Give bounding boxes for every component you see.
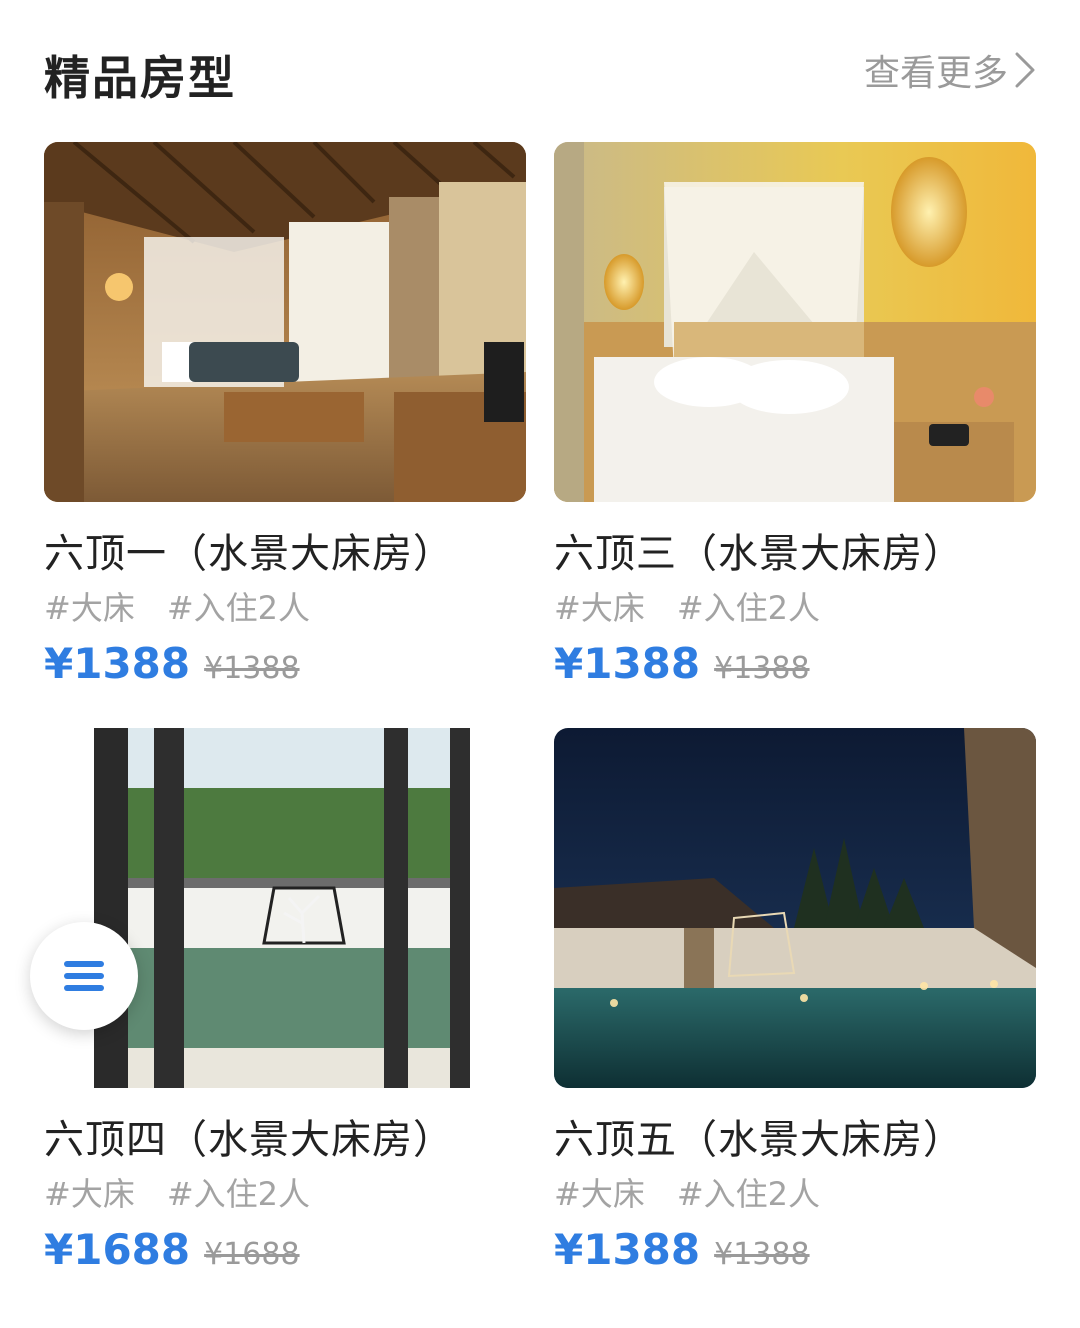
tag-guests: #入住2人 [166, 589, 311, 627]
price-row: ¥1388 ¥1388 [44, 640, 526, 697]
tag-bed: #大床 [554, 1175, 645, 1213]
tag-guests: #入住2人 [166, 1175, 311, 1213]
room-card[interactable]: 六顶五（水景大床房） #大床 #入住2人 ¥1388 ¥1388 [554, 728, 1036, 1283]
price: ¥1688 [44, 1225, 191, 1274]
room-tags: #大床 #入住2人 [44, 1176, 526, 1212]
room-card[interactable]: 六顶三（水景大床房） #大床 #入住2人 ¥1388 ¥1388 [554, 142, 1036, 697]
tag-bed: #大床 [44, 589, 135, 627]
tag-bed: #大床 [554, 589, 645, 627]
room-name: 六顶三（水景大床房） [554, 531, 964, 577]
room-photo[interactable] [44, 142, 526, 502]
page-title: 精品房型 [44, 51, 236, 105]
room-name: 六顶四（水景大床房） [44, 1117, 454, 1163]
price-row: ¥1688 ¥1688 [44, 1226, 526, 1283]
menu-icon [64, 955, 104, 997]
room-tags: #大床 #入住2人 [554, 590, 1036, 626]
room-tags: #大床 #入住2人 [554, 1176, 1036, 1212]
room-name: 六顶五（水景大床房） [554, 1117, 964, 1163]
price: ¥1388 [554, 1225, 701, 1274]
room-tags: #大床 #入住2人 [44, 590, 526, 626]
room-name: 六顶一（水景大床房） [44, 531, 454, 577]
room-photo[interactable] [554, 728, 1036, 1088]
floating-menu-button[interactable] [30, 922, 138, 1030]
section-header: 精品房型 查看更多 [44, 38, 1036, 105]
price-row: ¥1388 ¥1388 [554, 640, 1036, 697]
view-more-link[interactable]: 查看更多 [864, 46, 1036, 94]
tag-guests: #入住2人 [676, 1175, 821, 1213]
original-price: ¥1388 [204, 651, 300, 686]
price-row: ¥1388 ¥1388 [554, 1226, 1036, 1283]
room-photo[interactable] [554, 142, 1036, 502]
price: ¥1388 [44, 639, 191, 688]
room-card[interactable]: 六顶一（水景大床房） #大床 #入住2人 ¥1388 ¥1388 [44, 142, 526, 697]
chevron-right-icon [1015, 52, 1035, 88]
tag-guests: #入住2人 [676, 589, 821, 627]
tag-bed: #大床 [44, 1175, 135, 1213]
original-price: ¥1388 [714, 1237, 810, 1272]
room-photo[interactable] [44, 728, 526, 1088]
original-price: ¥1388 [714, 651, 810, 686]
view-more-label: 查看更多 [863, 53, 1008, 94]
price: ¥1388 [554, 639, 701, 688]
original-price: ¥1688 [204, 1237, 300, 1272]
